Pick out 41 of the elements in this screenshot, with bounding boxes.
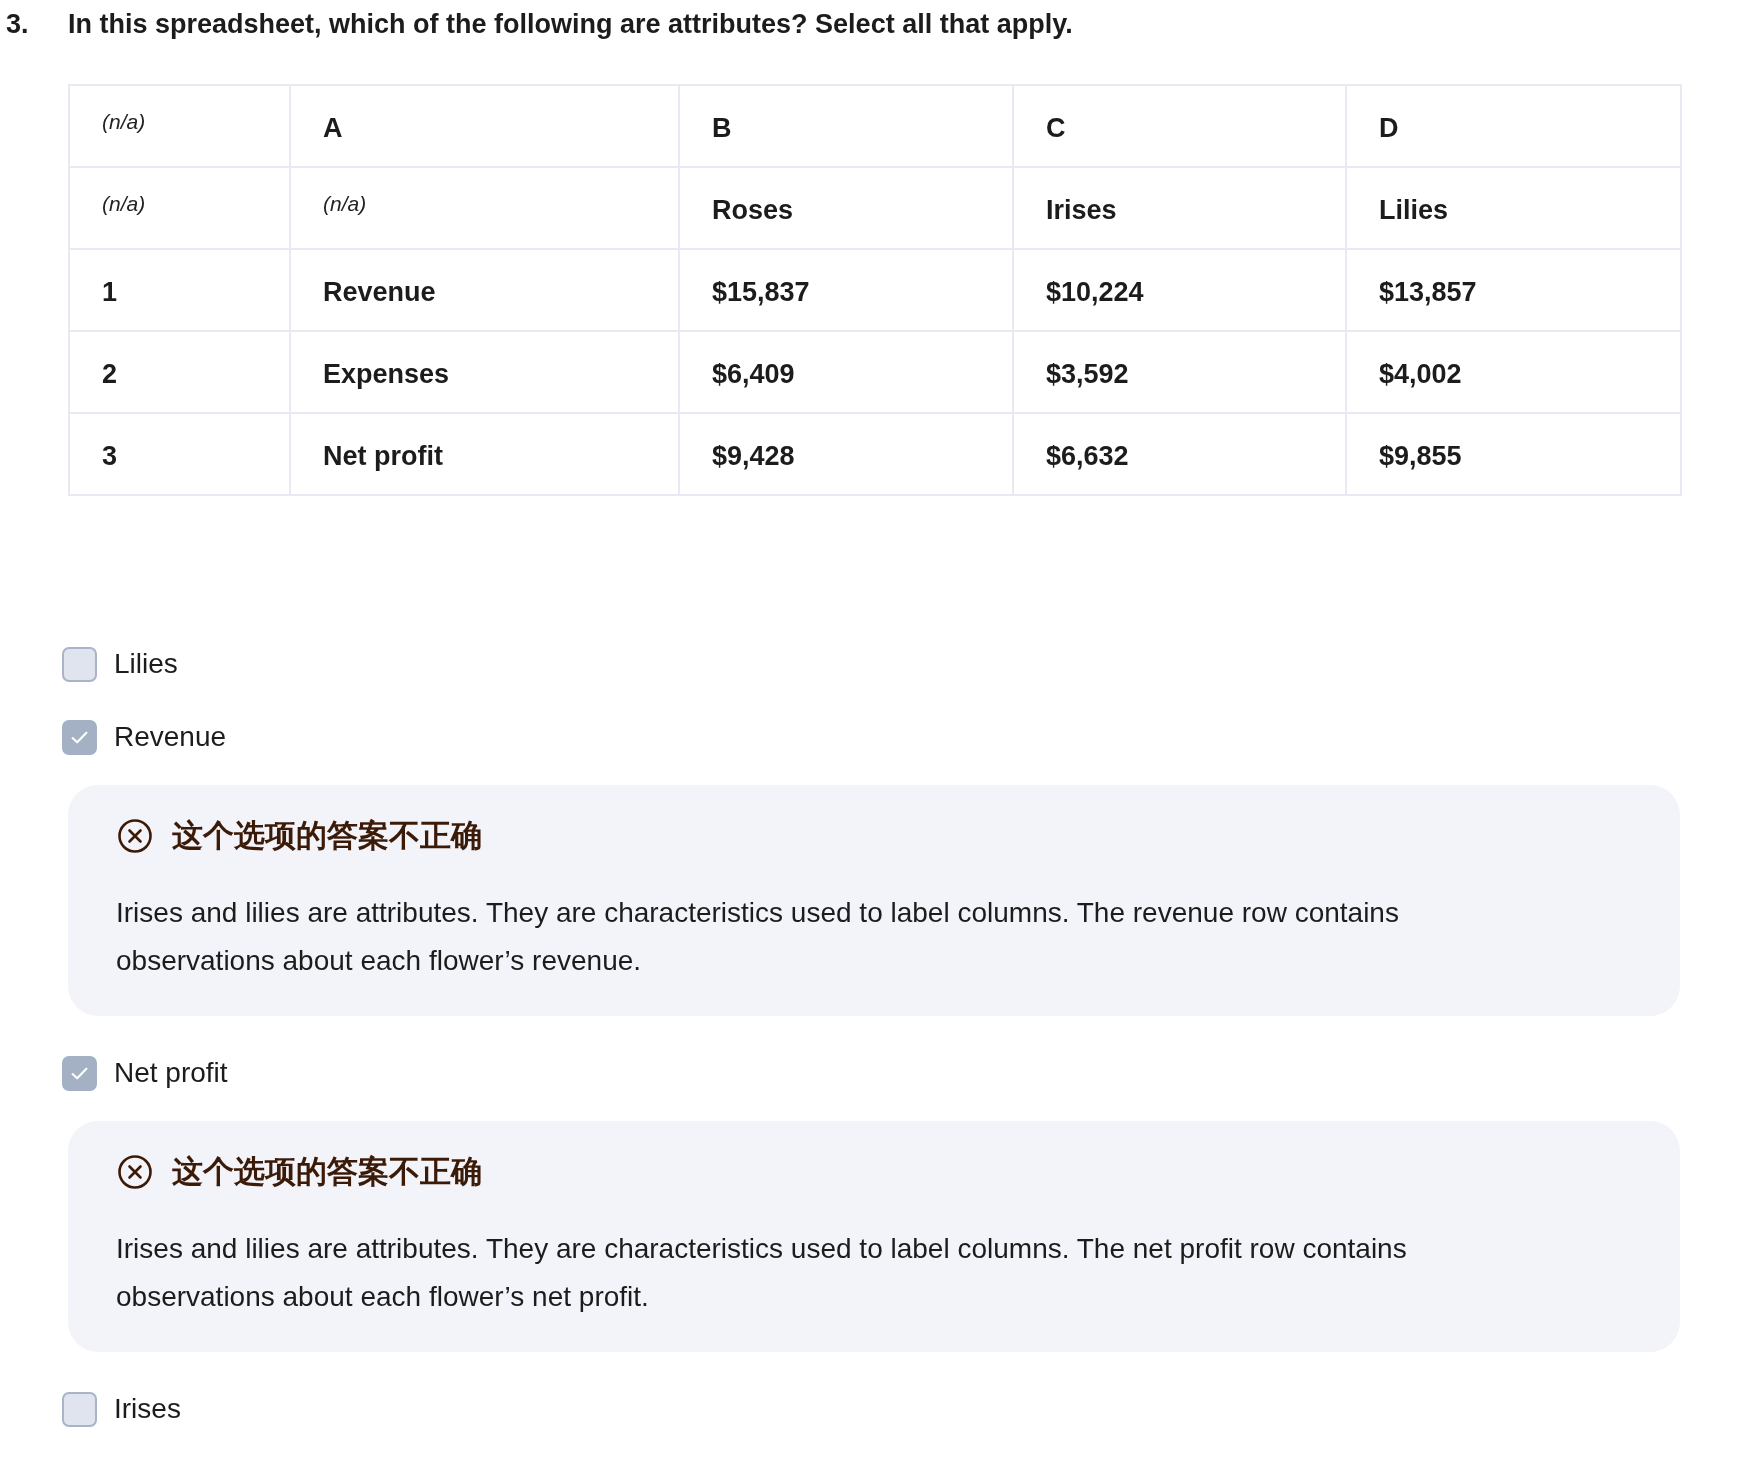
table-cell: 2 xyxy=(69,331,290,413)
feedback-title: 这个选项的答案不正确 xyxy=(172,817,482,855)
table-cell: Expenses xyxy=(290,331,679,413)
feedback-text: Irises and lilies are attributes. They are characteristics used to label columns. The net profit row contains observations about each flower’s net profit. xyxy=(116,1232,1408,1314)
checkbox[interactable] xyxy=(62,646,97,682)
table-cell: $15,837 xyxy=(679,249,1013,331)
table-cell: (n/a) xyxy=(290,167,679,249)
feedback-title: 这个选项的答案不正确 xyxy=(172,1153,482,1191)
table-cell: B xyxy=(679,85,1013,167)
checkbox[interactable] xyxy=(62,719,97,755)
option-label[interactable]: Irises xyxy=(114,1391,181,1427)
question-text: In this spreadsheet, which of the following are attributes? Select all that apply. xyxy=(68,8,1073,41)
checkmark-icon xyxy=(71,730,88,744)
table-cell: $13,857 xyxy=(1346,249,1681,331)
table-cell: 1 xyxy=(69,249,290,331)
table-cell: D xyxy=(1346,85,1681,167)
checkmark-icon xyxy=(71,1066,88,1080)
table-cell: 3 xyxy=(69,413,290,495)
feedback-text: Irises and lilies are attributes. They are characteristics used to label columns. The revenue row contains observations about each flower’s revenue. xyxy=(116,896,1400,978)
checkbox[interactable] xyxy=(62,1391,97,1427)
table-cell: Lilies xyxy=(1346,167,1681,249)
table-cell: $6,409 xyxy=(679,331,1013,413)
checkbox[interactable] xyxy=(62,1055,97,1091)
table-cell: $3,592 xyxy=(1013,331,1346,413)
option-label[interactable]: Lilies xyxy=(114,646,178,682)
table-cell: Roses xyxy=(679,167,1013,249)
table-cell: $9,855 xyxy=(1346,413,1681,495)
table-cell: C xyxy=(1013,85,1346,167)
table-cell: $9,428 xyxy=(679,413,1013,495)
table-cell: Net profit xyxy=(290,413,679,495)
table-cell: (n/a) xyxy=(69,167,290,249)
table-cell: A xyxy=(290,85,679,167)
table-cell: (n/a) xyxy=(69,85,290,167)
table-cell: Revenue xyxy=(290,249,679,331)
question-number: 3. xyxy=(5,8,30,41)
table-cell: $6,632 xyxy=(1013,413,1346,495)
table-cell: $4,002 xyxy=(1346,331,1681,413)
option-label[interactable]: Revenue xyxy=(114,719,227,755)
option-label[interactable]: Net profit xyxy=(114,1055,228,1091)
table-cell: Irises xyxy=(1013,167,1346,249)
table-cell: $10,224 xyxy=(1013,249,1346,331)
